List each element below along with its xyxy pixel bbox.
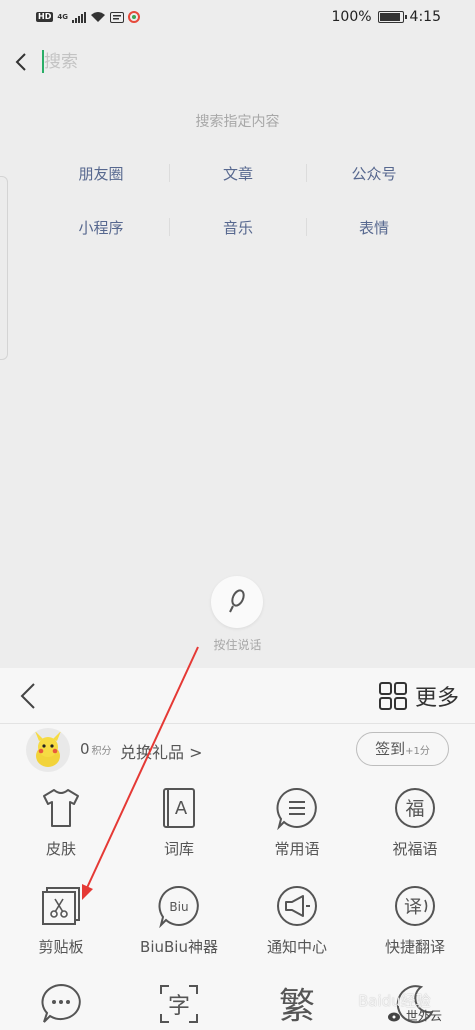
category-moments[interactable]: 朋友圈: [51, 163, 151, 184]
category-stickers[interactable]: 表情: [324, 217, 424, 238]
svg-text:A: A: [175, 798, 188, 819]
tool-blessing-label: 祝福语: [392, 840, 438, 858]
divider: [306, 164, 307, 182]
tool-quick-translate-label: 快捷翻译: [384, 938, 445, 956]
tool-skin[interactable]: 皮肤: [2, 786, 120, 859]
tool-clipboard[interactable]: 剪贴板: [2, 884, 120, 957]
signin-bonus: +1分: [405, 746, 430, 757]
tshirt-icon: [43, 789, 79, 827]
status-left: HD 4G: [36, 11, 140, 23]
signal-icon: [71, 11, 86, 23]
network-type: 4G: [57, 13, 68, 21]
points-row: 0 积分 兑换礼品 > 签到+1分: [0, 724, 475, 776]
tool-biubiu-label: BiuBiu神器: [140, 938, 218, 956]
microphone-icon: [229, 589, 245, 613]
category-mini-programs[interactable]: 小程序: [51, 217, 151, 238]
category-music[interactable]: 音乐: [188, 217, 288, 238]
side-drawer-handle[interactable]: [0, 176, 8, 360]
tool-notifications-label: 通知中心: [266, 938, 327, 956]
text-scan-glyph: 字: [168, 994, 190, 1019]
translate-glyph: 译: [404, 897, 422, 918]
search-input[interactable]: [44, 48, 444, 76]
message-icon: [109, 11, 124, 23]
translate-icon: 译: [395, 886, 435, 926]
biubiu-icon: Biu: [158, 885, 199, 928]
tool-text-scan[interactable]: 字: [120, 982, 238, 1026]
watermark-account: 世外云: [388, 1007, 442, 1024]
grid-icon: [378, 682, 407, 710]
blessing-icon: 福: [395, 788, 435, 828]
tool-dictionary[interactable]: A 词库: [120, 786, 238, 859]
tool-chat[interactable]: [2, 982, 120, 1026]
voice-input-button[interactable]: [211, 576, 263, 628]
signin-button[interactable]: 签到+1分: [356, 732, 449, 766]
more-button[interactable]: 更多: [378, 680, 459, 712]
more-label: 更多: [414, 686, 459, 711]
tool-notifications[interactable]: 通知中心: [238, 884, 356, 957]
points-balance: 0 积分: [80, 740, 112, 758]
wifi-icon: [90, 12, 105, 22]
tool-quick-translate[interactable]: 译 快捷翻译: [356, 884, 474, 957]
tool-biubiu[interactable]: Biu BiuBiu神器: [120, 884, 238, 957]
divider: [169, 218, 170, 236]
weibo-logo-icon: [388, 1012, 400, 1021]
keyboard-toolbar: 更多: [0, 668, 475, 724]
keyboard-back-icon[interactable]: [16, 680, 40, 712]
traditional-glyph: 繁: [279, 986, 315, 1026]
dictionary-icon: A: [163, 788, 195, 828]
points-value: 0: [80, 740, 90, 758]
tool-blessing[interactable]: 福 祝福语: [356, 786, 474, 859]
text-scan-icon: 字: [160, 985, 198, 1023]
voice-input-label: 按住说话: [213, 638, 262, 652]
pikachu-avatar-icon: [35, 731, 61, 767]
app-notification-icon: [127, 11, 140, 23]
signin-label: 签到: [375, 740, 406, 758]
tool-clipboard-label: 剪贴板: [38, 938, 84, 956]
avatar[interactable]: [26, 728, 70, 772]
hd-badge: HD: [36, 12, 54, 22]
tool-traditional-chinese[interactable]: 繁: [238, 982, 356, 1026]
search-scope-hint: 搜索指定内容: [195, 114, 280, 130]
battery-icon: [377, 11, 407, 23]
category-articles[interactable]: 文章: [188, 163, 288, 184]
megaphone-icon: [277, 886, 317, 926]
divider: [306, 218, 307, 236]
tool-dictionary-label: 词库: [163, 840, 194, 858]
blessing-glyph: 福: [405, 798, 424, 820]
biubiu-glyph: Biu: [169, 900, 188, 914]
tool-phrases[interactable]: 常用语: [238, 786, 356, 859]
watermark-account-name: 世外云: [406, 1009, 443, 1023]
back-arrow-icon[interactable]: [12, 48, 32, 76]
keyboard-panel: 更多 0 积分 兑换礼品 > 签到+1分 皮肤 A 词库 常用语 福 祝福语 剪贴…: [0, 668, 475, 1030]
status-right: 100% 4:15: [332, 9, 441, 25]
points-unit: 积分: [91, 746, 112, 757]
divider: [169, 164, 170, 182]
exchange-gifts-link[interactable]: 兑换礼品 >: [120, 739, 203, 763]
battery-percent: 100%: [331, 9, 372, 25]
tool-skin-label: 皮肤: [45, 840, 76, 858]
clock: 4:15: [409, 9, 441, 25]
tool-phrases-label: 常用语: [274, 840, 320, 858]
chat-bubble-icon: [41, 983, 81, 1023]
phrases-icon: [276, 787, 317, 830]
clipboard-icon: [42, 887, 80, 925]
status-bar: HD 4G 100% 4:15: [0, 0, 475, 36]
traditional-chinese-icon: 繁: [279, 986, 315, 1026]
category-official-accounts[interactable]: 公众号: [324, 163, 424, 184]
